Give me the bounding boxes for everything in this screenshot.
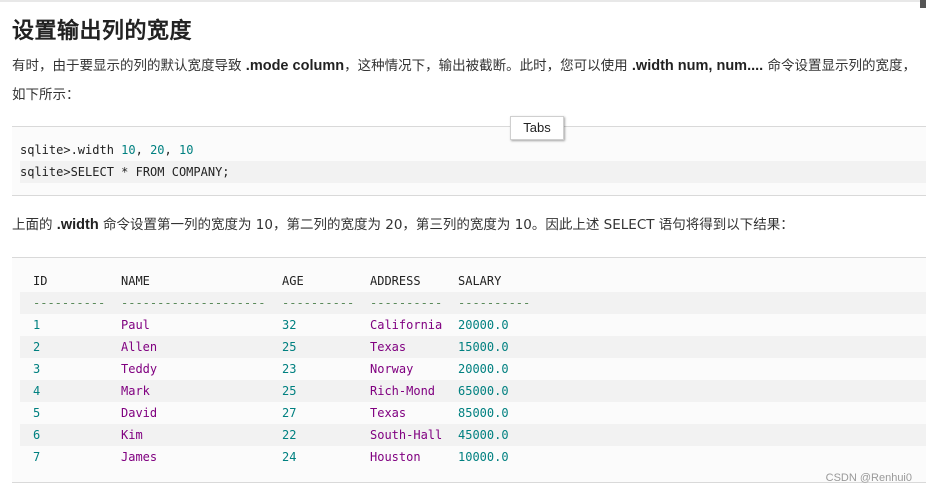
explain-text-2: 命令设置第一列的宽度为 10，第二列的宽度为 20，第三列的宽度为 10。因此上…	[98, 217, 794, 233]
cell-address: Texas	[370, 406, 407, 420]
header-age: AGE	[282, 274, 304, 288]
watermark: CSDN @Renhui0	[825, 472, 912, 484]
cell-id: 7	[33, 450, 41, 464]
cell-id: 1	[33, 318, 41, 332]
cell-address: Houston	[370, 450, 421, 464]
intro-text-2: ，这种情况下，输出被截断。此时，您可以使用	[344, 58, 632, 74]
result-row: 6 Kim 22 South-Hall 45000.0	[20, 424, 926, 446]
header-id: ID	[33, 274, 48, 288]
scroll-indicator	[920, 0, 926, 8]
cell-salary: 20000.0	[458, 318, 509, 332]
cell-id: 5	[33, 406, 41, 420]
code-line-width: sqlite>.width 10, 20, 10	[20, 143, 194, 157]
mode-column-code: .mode column	[245, 58, 345, 74]
cell-address: Norway	[370, 362, 414, 376]
width-value: 20	[150, 143, 165, 157]
cell-salary: 85000.0	[458, 406, 509, 420]
width-command-code: .width num, num....	[631, 58, 764, 74]
result-row: 4 Mark 25 Rich-Mond 65000.0	[20, 380, 926, 402]
result-row: 1 Paul 32 California 20000.0	[20, 314, 926, 336]
intro-paragraph: 有时，由于要显示的列的默认宽度导致 .mode column，这种情况下，输出被…	[12, 52, 922, 110]
cell-name: Allen	[121, 340, 158, 354]
cell-salary: 15000.0	[458, 340, 509, 354]
cell-name: Mark	[121, 384, 150, 398]
width-value: 10	[178, 143, 194, 157]
cell-id: 2	[33, 340, 41, 354]
cell-salary: 20000.0	[458, 362, 509, 376]
result-row: 7 James 24 Houston 10000.0	[20, 446, 926, 468]
header-address: ADDRESS	[370, 274, 421, 288]
header-name: NAME	[121, 274, 150, 288]
tabs-button[interactable]: Tabs	[510, 116, 564, 140]
explanation-paragraph: 上面的 .width 命令设置第一列的宽度为 10，第二列的宽度为 20，第三列…	[12, 211, 922, 240]
code-block-command: sqlite>.width 10, 20, 10 sqlite>SELECT *…	[12, 126, 926, 196]
header-salary: SALARY	[458, 274, 502, 288]
cell-age: 24	[282, 450, 297, 464]
cell-salary: 10000.0	[458, 450, 509, 464]
result-row: 3 Teddy 23 Norway 20000.0	[20, 358, 926, 380]
cell-address: California	[370, 318, 443, 332]
cell-age: 23	[282, 362, 297, 376]
cell-address: South-Hall	[370, 428, 443, 442]
cell-age: 27	[282, 406, 297, 420]
cell-age: 32	[282, 318, 297, 332]
result-separator-row: ---------- -------------------- --------…	[20, 292, 926, 314]
cell-name: Teddy	[121, 362, 158, 376]
cell-name: Kim	[121, 428, 143, 442]
page-title: 设置输出列的宽度	[12, 19, 193, 44]
width-value: 10	[121, 143, 136, 157]
result-header-row: ID NAME AGE ADDRESS SALARY	[20, 270, 926, 292]
cell-id: 3	[33, 362, 41, 376]
cell-id: 4	[33, 384, 41, 398]
cell-address: Rich-Mond	[370, 384, 436, 398]
cell-age: 25	[282, 384, 297, 398]
result-row: 5 David 27 Texas 85000.0	[20, 402, 926, 424]
cell-salary: 45000.0	[458, 428, 509, 442]
code-line-select: sqlite>SELECT * FROM COMPANY;	[20, 161, 926, 183]
cell-salary: 65000.0	[458, 384, 509, 398]
cell-name: Paul	[121, 318, 150, 332]
cell-age: 25	[282, 340, 297, 354]
cell-address: Texas	[370, 340, 407, 354]
intro-text-1: 有时，由于要显示的列的默认宽度导致	[12, 58, 246, 74]
code-block-result: ID NAME AGE ADDRESS SALARY ---------- --…	[12, 257, 926, 483]
cell-age: 22	[282, 428, 297, 442]
result-row: 2 Allen 25 Texas 15000.0	[20, 336, 926, 358]
cell-name: David	[121, 406, 158, 420]
width-code: .width	[56, 217, 99, 233]
explain-text-1: 上面的	[12, 217, 57, 233]
cell-id: 6	[33, 428, 41, 442]
top-border	[0, 0, 926, 2]
cell-name: James	[121, 450, 158, 464]
